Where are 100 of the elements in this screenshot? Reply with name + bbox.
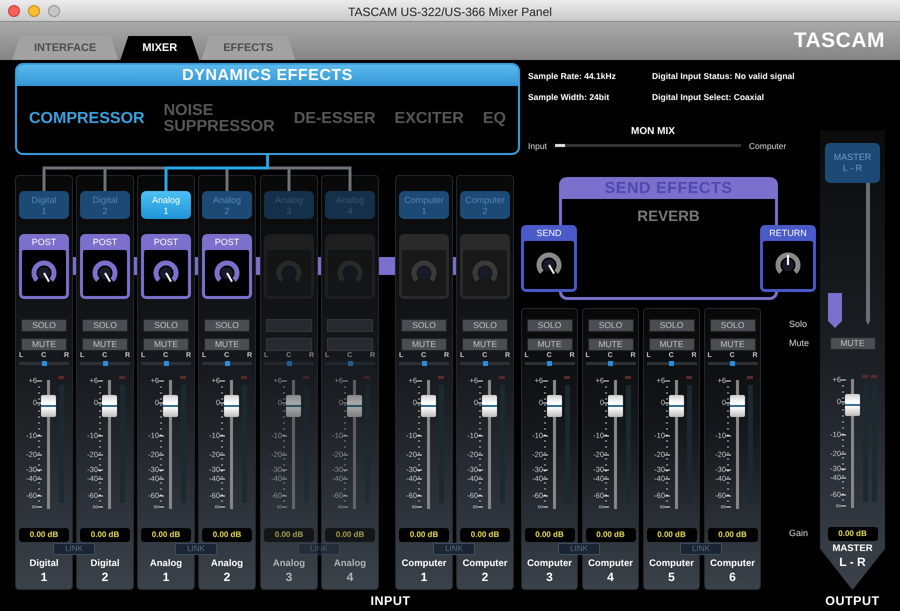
effect-option[interactable]: EXCITER [394,111,464,127]
pan-thumb[interactable] [42,361,46,366]
mute-button[interactable]: MUTE [143,338,189,351]
solo-button[interactable]: SOLO [648,319,694,332]
row-label: Gain [789,527,810,540]
fader-thumb[interactable] [163,394,178,417]
source-button[interactable]: Digital 2 [80,191,130,219]
channel-name: Computer 4 [587,558,634,585]
source-button[interactable]: Analog 2 [202,191,252,219]
tab[interactable]: INTERFACE [12,36,118,60]
clip-indicator [564,376,570,379]
tab[interactable]: EFFECTS [201,36,296,60]
channel-name: Digital 1 [28,558,60,585]
tab[interactable]: MIXER [120,36,200,60]
solo-button[interactable]: SOLO [82,319,128,332]
clip-indicator [180,376,186,379]
source-button[interactable]: Computer 1 [399,191,449,219]
link-button[interactable]: LINK [433,543,475,555]
pan-thumb[interactable] [730,361,735,366]
post-button[interactable]: POST [22,234,66,250]
link-button[interactable]: LINK [680,543,722,555]
pan-slider[interactable] [524,362,574,365]
pan-slider[interactable] [708,362,758,365]
pan-thumb[interactable] [224,361,230,366]
pan-thumb[interactable] [102,361,108,366]
channel-name: Computer 2 [462,558,508,585]
fader-thumb[interactable] [669,394,684,417]
status-text: Digital Input Status: No valid signal [652,70,796,83]
pan-slider[interactable] [586,362,636,365]
fader-thumb[interactable] [102,394,117,417]
fader-thumb[interactable] [845,394,860,416]
mute-button[interactable]: MUTE [526,338,572,351]
source-button[interactable]: Analog 1 [141,191,191,219]
source-button[interactable]: Computer 2 [460,191,510,219]
solo-button[interactable]: SOLO [204,319,250,332]
fader-thumb[interactable] [608,394,623,417]
solo-button[interactable]: SOLO [526,319,572,332]
panel-header: DYNAMICS EFFECTS [17,65,518,86]
slider-thumb[interactable] [554,144,565,148]
link-button[interactable]: LINK [558,543,600,555]
clip-indicator [364,376,370,379]
mute-button[interactable]: MUTE [710,338,756,351]
mute-button[interactable]: MUTE [830,337,876,350]
gain-readout: 0.00 dB [325,528,375,542]
solo-button[interactable]: SOLO [462,319,508,332]
channel-name: MASTER L - R [831,543,874,571]
clip-indicator [119,376,125,379]
close-button[interactable] [8,4,20,16]
clip-indicator [747,376,753,379]
mute-button[interactable]: MUTE [588,338,634,351]
pan-thumb[interactable] [547,361,552,366]
solo-button[interactable]: SOLO [588,319,634,332]
pan-thumb[interactable] [608,361,613,366]
gain-readout: 0.00 dB [828,527,878,541]
post-button[interactable]: POST [205,234,249,250]
post-button[interactable]: POST [83,234,127,250]
effect-option[interactable]: NOISE SUPPRESSOR [164,103,275,135]
mute-button[interactable]: MUTE [21,338,67,351]
solo-button[interactable]: SOLO [710,319,756,332]
pan-thumb[interactable] [422,361,426,366]
fader-thumb[interactable] [421,394,436,417]
clip-indicator [499,376,505,379]
solo-button[interactable]: SOLO [21,319,67,332]
pan-thumb[interactable] [669,361,674,366]
knob-label: RETURN [768,227,808,240]
pan-thumb[interactable] [164,361,168,366]
master-button[interactable]: MASTER L - R [825,143,880,183]
channel-name: Digital 2 [89,558,121,585]
row-label: Solo [789,318,808,331]
fader-thumb[interactable] [482,394,497,417]
effect-option[interactable]: COMPRESSOR [29,111,145,127]
mute-button[interactable]: MUTE [462,338,508,351]
status-text: Sample Width: 24bit [528,90,610,104]
post-button[interactable]: POST [144,234,188,250]
link-button[interactable]: LINK [53,543,95,555]
window-title: TASCAM US-322/US-366 Mixer Panel [347,4,553,21]
section-label: OUTPUT [824,593,881,610]
mute-button[interactable]: MUTE [648,338,694,351]
mute-button[interactable]: MUTE [82,338,128,351]
fader-thumb[interactable] [224,394,239,417]
status-text: Sample Rate: 44.1kHz [528,70,617,83]
fader-thumb[interactable] [730,394,745,417]
effect-option[interactable]: EQ [482,111,506,127]
mute-button[interactable]: MUTE [401,338,447,351]
pan-thumb[interactable] [482,361,488,366]
solo-button[interactable]: SOLO [143,319,189,332]
mute-button[interactable]: MUTE [204,338,250,351]
solo-button[interactable]: SOLO [401,319,447,332]
fader-thumb[interactable] [547,394,562,417]
channel-name: Computer 6 [709,558,756,585]
gain-readout: 0.00 dB [586,528,636,542]
channel-name: Analog 2 [210,558,244,585]
effect-option[interactable]: DE-ESSER [294,111,376,127]
source-button[interactable]: Digital 1 [19,191,69,219]
gain-readout: 0.00 dB [524,528,574,542]
pan-slider[interactable] [646,362,696,365]
clip-indicator [303,376,309,379]
mon-mix-slider[interactable] [554,144,741,148]
link-button[interactable]: LINK [175,543,217,555]
fader-thumb[interactable] [41,394,56,417]
